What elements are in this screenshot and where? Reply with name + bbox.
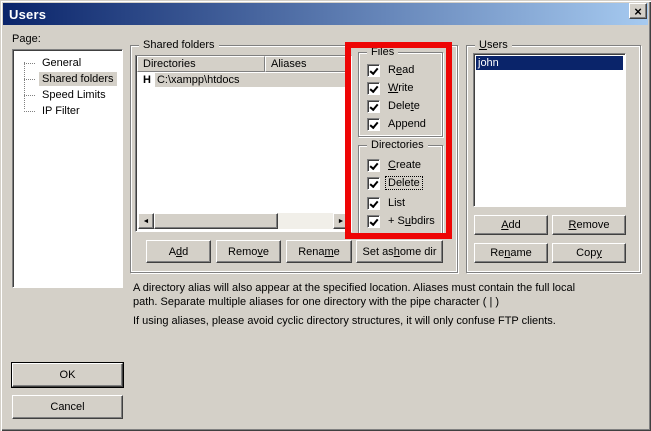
horizontal-scrollbar[interactable]: ◄ ► [138, 213, 349, 229]
append-checkbox[interactable] [367, 118, 380, 131]
subdirs-checkbox[interactable] [367, 215, 380, 228]
alias-note-line-2: path. Separate multiple aliases for one … [133, 296, 499, 308]
read-checkbox-row[interactable]: Read [367, 63, 416, 77]
read-label: Read [386, 64, 416, 76]
alias-note-line-1: A directory alias will also appear at th… [133, 282, 575, 294]
column-header-aliases[interactable]: Aliases [265, 56, 351, 72]
tree-item-label: General [39, 56, 84, 70]
scroll-left-button[interactable]: ◄ [138, 213, 154, 229]
file-delete-label: Delete [386, 100, 422, 112]
files-group-label: Files [367, 46, 398, 58]
users-dialog: Users × Page: General Shared folders Spe… [0, 0, 651, 431]
file-delete-checkbox[interactable] [367, 100, 380, 113]
create-checkbox[interactable] [367, 159, 380, 172]
tree-branch-icon [24, 79, 36, 80]
dir-delete-label: Delete [386, 177, 422, 189]
user-copy-button[interactable]: Copy [552, 243, 626, 263]
page-tree-inner: General Shared folders Speed Limits IP F… [15, 52, 120, 285]
tree-branch-icon [24, 63, 36, 64]
dir-delete-checkbox-row[interactable]: Delete [367, 176, 422, 190]
list-label: List [386, 197, 407, 209]
read-checkbox[interactable] [367, 64, 380, 77]
tree-item-speed-limits[interactable]: Speed Limits [15, 87, 120, 103]
window-title: Users [9, 7, 46, 22]
cyclic-note-line: If using aliases, please avoid cyclic di… [133, 315, 556, 327]
subdirs-label: + Subdirs [386, 215, 437, 227]
create-label: Create [386, 159, 423, 171]
tree-item-general[interactable]: General [15, 55, 120, 71]
tree-item-ip-filter[interactable]: IP Filter [15, 103, 120, 119]
close-icon: × [634, 5, 642, 18]
page-tree: General Shared folders Speed Limits IP F… [12, 49, 123, 288]
scroll-left-icon: ◄ [143, 218, 150, 225]
column-header-directories[interactable]: Directories [137, 56, 265, 72]
folder-add-button[interactable]: Add [146, 240, 211, 263]
shared-folders-group-label: Shared folders [139, 39, 219, 51]
ok-button[interactable]: OK [12, 363, 123, 387]
write-checkbox-row[interactable]: Write [367, 81, 415, 95]
user-remove-button[interactable]: Remove [552, 215, 626, 235]
list-checkbox[interactable] [367, 197, 380, 210]
create-checkbox-row[interactable]: Create [367, 158, 423, 172]
user-rename-button[interactable]: Rename [474, 243, 548, 263]
users-list[interactable]: john [473, 53, 626, 207]
home-flag: H [143, 74, 151, 86]
tree-item-label: IP Filter [39, 104, 83, 118]
dir-delete-checkbox[interactable] [367, 177, 380, 190]
user-add-button[interactable]: Add [474, 215, 548, 235]
scroll-right-button[interactable]: ► [333, 213, 349, 229]
users-group-label: Users [475, 39, 512, 51]
directory-row[interactable]: H C:\xampp\htdocs [136, 73, 351, 87]
tree-item-label: Shared folders [39, 72, 117, 86]
files-group: Files Read Write Delete Append [358, 52, 443, 137]
directories-list[interactable]: Directories Aliases H C:\xampp\htdocs ◄ … [135, 55, 352, 232]
tree-item-shared-folders[interactable]: Shared folders [15, 71, 120, 87]
tree-branch-icon [24, 111, 36, 112]
write-label: Write [386, 82, 415, 94]
file-delete-checkbox-row[interactable]: Delete [367, 99, 422, 113]
directories-group: Directories Create Delete List + Subdirs [358, 145, 443, 235]
tree-item-label: Speed Limits [39, 88, 109, 102]
scrollbar-thumb[interactable] [154, 213, 278, 229]
set-as-home-dir-button[interactable]: Set as home dir [356, 240, 443, 263]
append-checkbox-row[interactable]: Append [367, 117, 428, 131]
tree-branch-icon [24, 95, 36, 96]
page-label: Page: [12, 33, 41, 45]
directories-group-label: Directories [367, 139, 428, 151]
scroll-right-icon: ► [338, 218, 345, 225]
list-checkbox-row[interactable]: List [367, 196, 407, 210]
folder-rename-button[interactable]: Rename [286, 240, 352, 263]
folder-remove-button[interactable]: Remove [216, 240, 281, 263]
subdirs-checkbox-row[interactable]: + Subdirs [367, 214, 437, 228]
append-label: Append [386, 118, 428, 130]
user-list-item[interactable]: john [476, 56, 623, 70]
close-button[interactable]: × [629, 3, 647, 19]
title-bar[interactable]: Users [3, 3, 648, 25]
directory-path: C:\xampp\htdocs [155, 73, 351, 87]
cancel-button[interactable]: Cancel [12, 395, 123, 419]
write-checkbox[interactable] [367, 82, 380, 95]
